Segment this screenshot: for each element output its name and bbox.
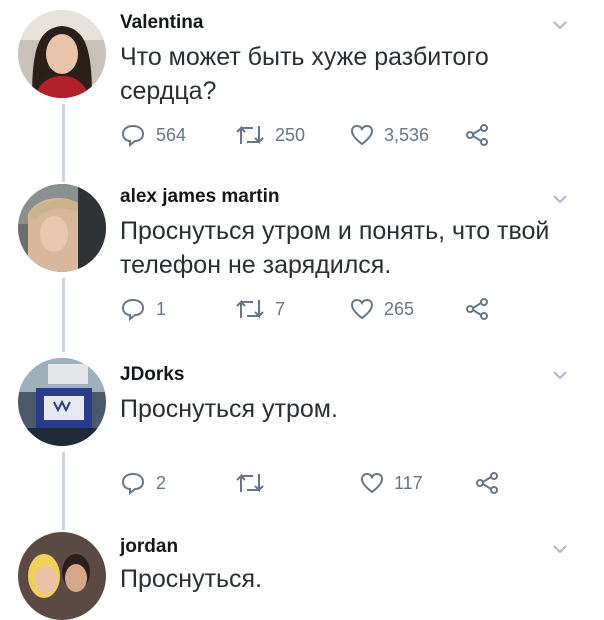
reply-count: 2	[156, 472, 167, 493]
reply-icon	[121, 298, 145, 321]
thread-line	[62, 104, 65, 182]
like-button[interactable]: 117	[360, 469, 423, 497]
reply-icon	[121, 124, 145, 147]
retweet-icon	[236, 125, 264, 145]
tweet-text: Проснуться утром.	[120, 395, 338, 423]
heart-icon	[350, 124, 374, 146]
user-name[interactable]: Valentina	[120, 12, 203, 34]
share-button[interactable]	[475, 469, 499, 497]
retweet-button[interactable]: 7	[235, 295, 285, 323]
reply-button[interactable]: 2	[120, 469, 166, 497]
heart-icon	[350, 298, 374, 320]
like-button[interactable]: 265	[350, 295, 414, 323]
user-name[interactable]: JDorks	[120, 364, 184, 386]
tweet-actions: 564 250 3,536	[120, 121, 520, 149]
tweet-text: Проснуться.	[120, 565, 263, 593]
chevron-down-icon[interactable]	[552, 20, 568, 30]
avatar[interactable]	[18, 358, 106, 446]
avatar[interactable]	[18, 10, 106, 98]
retweet-button[interactable]: 250	[235, 121, 305, 149]
like-count: 117	[394, 472, 423, 493]
chevron-down-icon[interactable]	[552, 370, 568, 380]
thread-line	[62, 452, 65, 530]
reply-icon	[121, 472, 145, 495]
avatar[interactable]	[18, 532, 106, 620]
retweet-count: 250	[275, 124, 306, 145]
retweet-icon	[236, 473, 264, 493]
share-button[interactable]	[465, 121, 489, 149]
like-button[interactable]: 3,536	[350, 121, 429, 149]
share-icon	[466, 298, 488, 320]
tweet-actions: 2 117	[120, 469, 520, 497]
share-icon	[466, 124, 488, 146]
reply-count: 564	[156, 124, 187, 145]
retweet-button[interactable]	[235, 469, 275, 497]
tweet-actions: 1 7 265	[120, 295, 520, 323]
tweet-text: Проснуться утром и понять, что твой теле…	[120, 217, 550, 279]
like-count: 265	[384, 298, 415, 319]
avatar[interactable]	[18, 184, 106, 272]
like-count: 3,536	[384, 124, 430, 145]
reply-button[interactable]: 1	[120, 295, 166, 323]
reply-count: 1	[156, 298, 167, 319]
retweet-count: 7	[275, 298, 286, 319]
reply-button[interactable]: 564	[120, 121, 186, 149]
share-icon	[476, 472, 498, 494]
tweet-text: Что может быть хуже разбитого сердца?	[120, 43, 489, 105]
chevron-down-icon[interactable]	[552, 194, 568, 204]
heart-icon	[360, 472, 384, 494]
retweet-icon	[236, 299, 264, 319]
share-button[interactable]	[465, 295, 489, 323]
user-name[interactable]: jordan	[120, 536, 178, 558]
thread-line	[62, 278, 65, 352]
chevron-down-icon[interactable]	[552, 544, 568, 554]
user-name[interactable]: alex james martin	[120, 186, 279, 208]
